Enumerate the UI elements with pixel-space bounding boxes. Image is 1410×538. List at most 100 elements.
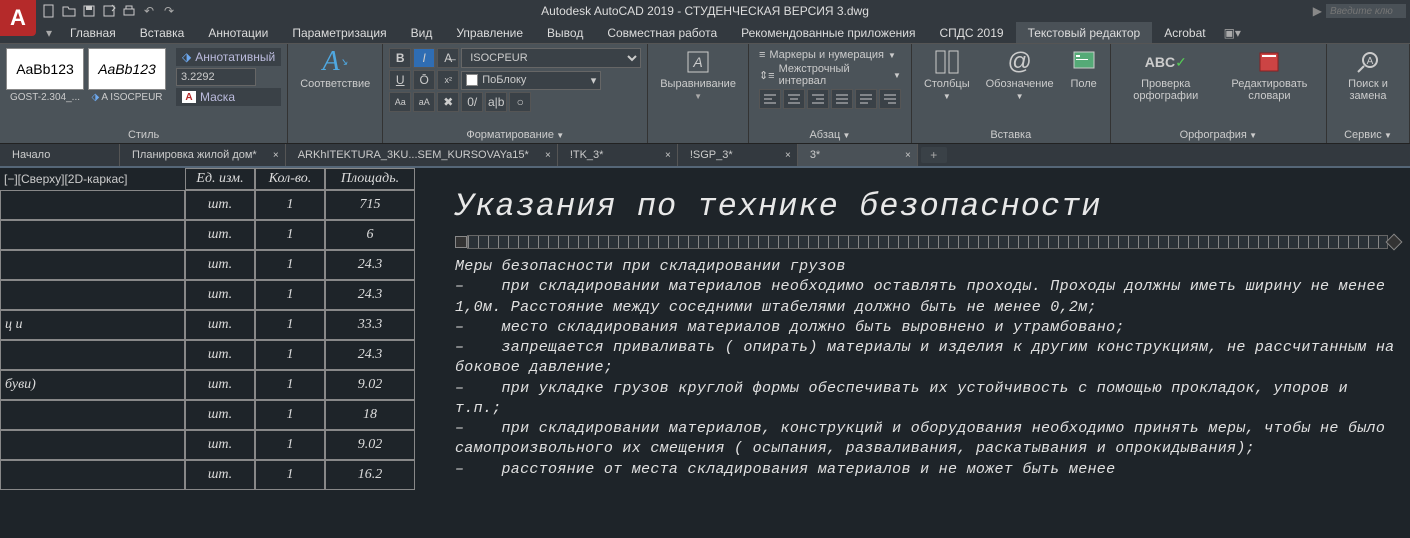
ruler-scale[interactable] bbox=[467, 235, 1388, 249]
ribbon-tab-2[interactable]: Аннотации bbox=[196, 22, 280, 43]
text-height-input[interactable] bbox=[176, 68, 256, 86]
text-ruler[interactable] bbox=[455, 235, 1400, 249]
line-spacing-dropdown[interactable]: ⇕≡Межстрочный интервал▼ bbox=[755, 62, 905, 88]
table-cell: 1 bbox=[255, 340, 325, 370]
table-cell bbox=[0, 250, 185, 280]
window-title: Autodesk AutoCAD 2019 - СТУДЕНЧЕСКАЯ ВЕР… bbox=[541, 4, 869, 18]
table-cell: 24.3 bbox=[325, 250, 415, 280]
panel-paragraph-title[interactable]: Абзац bbox=[755, 127, 905, 143]
overline-button[interactable]: Ō bbox=[413, 70, 435, 90]
close-tab-icon[interactable]: × bbox=[545, 150, 551, 161]
redo-icon[interactable]: ↷ bbox=[160, 3, 178, 19]
ribbon-tab-6[interactable]: Вывод bbox=[535, 22, 595, 43]
find-icon: A bbox=[1354, 48, 1382, 76]
new-icon[interactable] bbox=[40, 3, 58, 19]
menu-dropdown-icon[interactable]: ▾ bbox=[40, 26, 58, 40]
saveas-icon[interactable] bbox=[100, 3, 118, 19]
edit-dictionaries-button[interactable]: Редактировать словари bbox=[1219, 48, 1320, 102]
viewport-controls[interactable]: [−][Сверху][2D-каркас] bbox=[0, 168, 185, 190]
align-dist2-button[interactable] bbox=[879, 89, 901, 109]
panel-formatting-title[interactable]: Форматирование bbox=[389, 127, 641, 143]
app-logo[interactable]: A bbox=[0, 0, 36, 36]
justify-button[interactable]: A Выравнивание ▼ bbox=[654, 48, 742, 101]
ribbon-tab-7[interactable]: Совместная работа bbox=[595, 22, 729, 43]
doc-tab-2[interactable]: ARKhITEKTURA_3KU...SEM_KURSOVAYa15*× bbox=[286, 144, 558, 166]
oblique-button[interactable]: 0/ bbox=[461, 92, 483, 112]
symbol-icon: @ bbox=[1006, 48, 1034, 76]
bullets-dropdown[interactable]: ≡Маркеры и нумерация▼ bbox=[755, 48, 900, 62]
doc-tab-1[interactable]: Планировка жилой дом*× bbox=[120, 144, 286, 166]
text-editor-area[interactable]: Указания по технике безопасности Меры бе… bbox=[415, 168, 1410, 538]
table-cell: 9.02 bbox=[325, 370, 415, 400]
match-properties-button[interactable]: A↘ Соответствие bbox=[294, 48, 376, 90]
subscript-button[interactable]: x² bbox=[437, 70, 459, 90]
field-button[interactable]: Поле bbox=[1064, 48, 1104, 90]
strikethrough-button[interactable]: A̶ bbox=[437, 48, 459, 68]
panel-spelling-title[interactable]: Орфография bbox=[1117, 127, 1320, 143]
mask-button[interactable]: AМаска bbox=[176, 88, 281, 106]
text-style-isocpeur-label: ⬗ A ISOCPEUR bbox=[91, 92, 162, 103]
text-style-gost-label: GOST-2.304_... bbox=[10, 92, 80, 103]
ruler-left-handle[interactable] bbox=[455, 236, 467, 248]
font-select[interactable]: ISOCPEUR bbox=[461, 48, 641, 68]
doc-tab-0[interactable]: Начало bbox=[0, 144, 120, 166]
align-center-button[interactable] bbox=[783, 89, 805, 109]
panel-tools-title[interactable]: Сервис bbox=[1333, 127, 1403, 143]
ribbon-tab-0[interactable]: Главная bbox=[58, 22, 128, 43]
doc-tab-5[interactable]: 3*× bbox=[798, 144, 918, 166]
doc-tab-3[interactable]: !TK_3*× bbox=[558, 144, 678, 166]
svg-text:A: A bbox=[692, 54, 702, 70]
italic-button[interactable]: I bbox=[413, 48, 435, 68]
close-tab-icon[interactable]: × bbox=[905, 150, 911, 161]
align-left-button[interactable] bbox=[759, 89, 781, 109]
doc-tab-4[interactable]: !SGP_3*× bbox=[678, 144, 798, 166]
find-replace-button[interactable]: A Поиск и замена bbox=[1333, 48, 1403, 102]
tracking-button[interactable]: a|b bbox=[485, 92, 507, 112]
panel-tools: A Поиск и замена Сервис bbox=[1327, 44, 1410, 143]
ribbon-tab-11[interactable]: Acrobat bbox=[1152, 22, 1217, 43]
close-tab-icon[interactable]: × bbox=[273, 150, 279, 161]
ribbon-tab-1[interactable]: Вставка bbox=[128, 22, 197, 43]
panel-expand-icon[interactable]: ▣▾ bbox=[1218, 26, 1247, 40]
annotative-toggle[interactable]: ⬗Аннотативный bbox=[176, 48, 281, 66]
mtext-body[interactable]: Меры безопасности при складировании груз… bbox=[455, 257, 1400, 480]
ribbon-tab-9[interactable]: СПДС 2019 bbox=[927, 22, 1015, 43]
table-cell: 1 bbox=[255, 430, 325, 460]
clear-format-button[interactable]: ✖ bbox=[437, 92, 459, 112]
ribbon-tab-5[interactable]: Управление bbox=[444, 22, 535, 43]
panel-spelling: ABC✓ Проверка орфографии Редактировать с… bbox=[1111, 44, 1327, 143]
table-cell: 18 bbox=[325, 400, 415, 430]
plot-icon[interactable] bbox=[120, 3, 138, 19]
symbol-button[interactable]: @ Обозначение▼ bbox=[980, 48, 1060, 101]
workspace: [−][Сверху][2D-каркас] Ед. изм.Кол-во.Пл… bbox=[0, 168, 1410, 538]
lowercase-button[interactable]: aA bbox=[413, 92, 435, 112]
mtext-title[interactable]: Указания по технике безопасности bbox=[455, 188, 1400, 225]
align-right-button[interactable] bbox=[807, 89, 829, 109]
uppercase-button[interactable]: Aa bbox=[389, 92, 411, 112]
width-factor-button[interactable]: ○ bbox=[509, 92, 531, 112]
undo-icon[interactable]: ↶ bbox=[140, 3, 158, 19]
keyword-search-input[interactable] bbox=[1326, 4, 1406, 18]
align-dist-button[interactable] bbox=[855, 89, 877, 109]
spell-check-button[interactable]: ABC✓ Проверка орфографии bbox=[1117, 48, 1215, 102]
new-tab-button[interactable]: + bbox=[921, 147, 947, 163]
text-style-isocpeur[interactable]: AaBb123 bbox=[88, 48, 166, 90]
ribbon-tab-10[interactable]: Текстовый редактор bbox=[1016, 22, 1153, 43]
table-row: буви)шт.19.02 bbox=[0, 370, 415, 400]
color-select[interactable]: ПоБлоку▾ bbox=[461, 71, 601, 90]
ribbon-tab-8[interactable]: Рекомендованные приложения bbox=[729, 22, 927, 43]
columns-button[interactable]: Столбцы▼ bbox=[918, 48, 976, 101]
bold-button[interactable]: B bbox=[389, 48, 411, 68]
underline-button[interactable]: U bbox=[389, 70, 411, 90]
close-tab-icon[interactable]: × bbox=[665, 150, 671, 161]
table-cell: 9.02 bbox=[325, 430, 415, 460]
ribbon-tabs: ▾ ГлавнаяВставкаАннотацииПараметризацияВ… bbox=[0, 22, 1410, 44]
text-style-gost[interactable]: AaBb123 bbox=[6, 48, 84, 90]
open-icon[interactable] bbox=[60, 3, 78, 19]
align-justify-button[interactable] bbox=[831, 89, 853, 109]
save-icon[interactable] bbox=[80, 3, 98, 19]
ruler-right-handle[interactable] bbox=[1386, 234, 1403, 251]
ribbon-tab-3[interactable]: Параметризация bbox=[280, 22, 398, 43]
ribbon-tab-4[interactable]: Вид bbox=[399, 22, 445, 43]
close-tab-icon[interactable]: × bbox=[785, 150, 791, 161]
